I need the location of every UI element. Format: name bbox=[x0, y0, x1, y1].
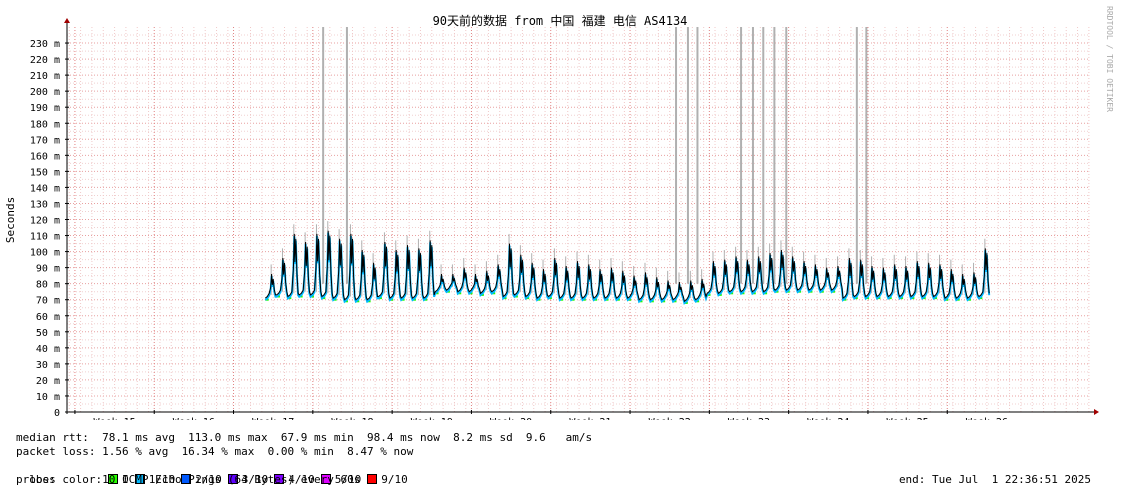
y-tick-label: 110 m bbox=[30, 232, 60, 243]
y-tick-label: 0 bbox=[54, 408, 60, 419]
x-tick-label: Week 20 bbox=[490, 417, 532, 420]
y-tick-label: 230 m bbox=[30, 39, 60, 50]
loss-spike bbox=[675, 27, 678, 284]
loss-color-swatch bbox=[367, 474, 378, 484]
x-tick-label: Week 25 bbox=[887, 417, 929, 420]
y-tick-label: 10 m bbox=[36, 392, 60, 403]
loss-spike bbox=[740, 27, 743, 284]
y-tick-label: 30 m bbox=[36, 360, 60, 371]
x-tick-label: Week 24 bbox=[807, 417, 849, 420]
y-tick-label: 100 m bbox=[30, 248, 60, 259]
chart-title: 90天前的数据 from 中国 福建 电信 AS4134 bbox=[433, 13, 688, 28]
y-tick-label: 170 m bbox=[30, 135, 60, 146]
loss-spike bbox=[322, 27, 325, 284]
median-rtt-stats: median rtt: 78.1 ms avg 113.0 ms max 67.… bbox=[16, 431, 593, 444]
y-tick-labels: 0 10 m 20 m 30 m 40 m 50 m 60 m 70 m 80 m 90 m 100… bbox=[30, 39, 69, 419]
y-tick-label: 200 m bbox=[30, 87, 60, 98]
y-tick-label: 40 m bbox=[36, 344, 60, 355]
loss-spike bbox=[686, 27, 689, 284]
y-tick-label: 180 m bbox=[30, 119, 60, 130]
y-tick-label: 150 m bbox=[30, 167, 60, 178]
x-tick-label: Week 19 bbox=[411, 417, 453, 420]
y-tick-label: 130 m bbox=[30, 199, 60, 210]
loss-spike bbox=[751, 27, 754, 284]
smokeping-chart: 0 10 m 20 m 30 m 40 m 50 m 60 m 70 m 80 m 90 m 100… bbox=[4, 6, 1114, 420]
loss-spike bbox=[855, 27, 858, 284]
probe-info: probe: 10 ICMP Echo Pings (64 Bytes) eve… bbox=[16, 473, 361, 486]
x-tick-label: Week 21 bbox=[569, 417, 611, 420]
packet-loss-stats: packet loss: 1.56 % avg 16.34 % max 0.00… bbox=[16, 445, 414, 458]
x-tick-label: Week 15 bbox=[94, 417, 136, 420]
y-tick-label: 220 m bbox=[30, 55, 60, 66]
loss-spike bbox=[345, 27, 348, 284]
y-tick-label: 90 m bbox=[36, 264, 60, 275]
loss-spike bbox=[773, 27, 776, 284]
y-tick-label: 80 m bbox=[36, 280, 60, 291]
loss-spike bbox=[696, 27, 699, 284]
y-tick-label: 120 m bbox=[30, 216, 60, 227]
y-tick-label: 140 m bbox=[30, 183, 60, 194]
end-time: end: Tue Jul 1 22:36:51 2025 bbox=[898, 473, 1091, 486]
loss-spike bbox=[785, 27, 788, 284]
rrdtool-watermark: RRDTOOL / TOBI OETIKER bbox=[1105, 6, 1114, 112]
y-tick-label: 70 m bbox=[36, 296, 60, 307]
x-tick-label: Week 23 bbox=[728, 417, 770, 420]
y-tick-label: 210 m bbox=[30, 71, 60, 82]
y-axis-label: Seconds bbox=[4, 197, 17, 243]
smoke-spikes bbox=[265, 27, 986, 304]
x-tick-label: Week 17 bbox=[252, 417, 294, 420]
x-axis-arrow bbox=[1094, 409, 1099, 415]
y-tick-label: 190 m bbox=[30, 103, 60, 114]
y-tick-label: 160 m bbox=[30, 151, 60, 162]
x-tick-label: Week 26 bbox=[966, 417, 1008, 420]
loss-color-swatch-label: 9/10 bbox=[381, 473, 408, 486]
y-axis-arrow bbox=[64, 18, 70, 23]
grid-lines bbox=[67, 27, 1090, 413]
y-tick-label: 50 m bbox=[36, 328, 60, 339]
loss-spike bbox=[762, 27, 765, 284]
y-tick-label: 60 m bbox=[36, 312, 60, 323]
x-tick-label: Week 22 bbox=[649, 417, 691, 420]
x-tick-label: Week 16 bbox=[173, 417, 215, 420]
y-tick-label: 20 m bbox=[36, 376, 60, 387]
loss-spike bbox=[865, 27, 868, 284]
x-tick-label: Week 18 bbox=[331, 417, 373, 420]
